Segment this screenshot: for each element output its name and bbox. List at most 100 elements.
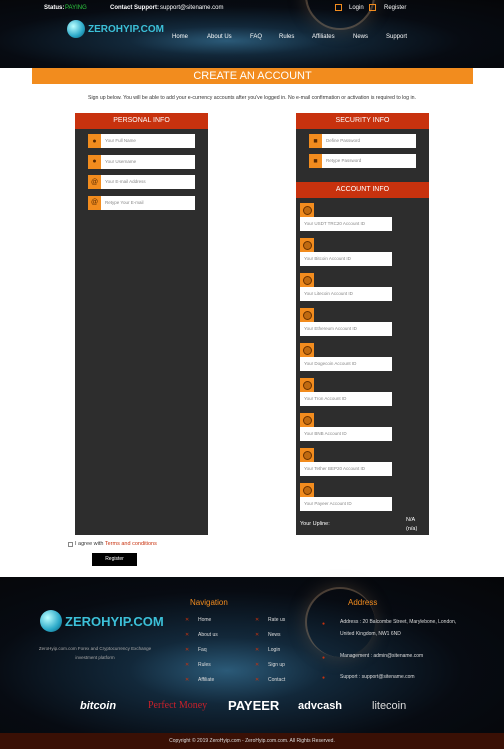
- password-input[interactable]: Define Password: [322, 134, 416, 148]
- upline-label: Your Upline:: [300, 521, 330, 527]
- support-email: Support : support@sitename.com: [340, 674, 415, 680]
- bullet-icon: ✕: [185, 662, 190, 668]
- logo-text: ZEROHYIP.COM: [65, 613, 164, 629]
- personal-field-input[interactable]: Your E-mail Address: [101, 175, 195, 189]
- terms-link[interactable]: Terms and conditions: [105, 541, 157, 547]
- nav-faq[interactable]: FAQ: [250, 34, 262, 40]
- account-id-input[interactable]: Your Tron Account ID: [300, 392, 392, 406]
- nav-home[interactable]: Home: [172, 34, 188, 40]
- perfect-money-logo: Perfect Money: [148, 700, 208, 711]
- coin-icon: [300, 203, 314, 217]
- personal-info-panel: PERSONAL INFO ● Your Full Name ● Your Usern…: [75, 113, 208, 535]
- account-id-input[interactable]: Your Tether BEP20 Account ID: [300, 462, 392, 476]
- account-id-input[interactable]: Your Litecoin Account ID: [300, 287, 392, 301]
- logo-text: ZEROHYIP.COM: [88, 23, 164, 35]
- address-line: United Kingdom, NW1 6ND: [340, 631, 401, 637]
- payeer-logo: PAYEER: [228, 698, 280, 713]
- nav-support[interactable]: Support: [386, 34, 407, 40]
- nav-rules[interactable]: Rules: [279, 34, 294, 40]
- intro-text: Sign up below. You will be able to add y…: [88, 95, 416, 101]
- at-icon: @: [88, 195, 101, 210]
- management-email: Management : admin@sitename.com: [340, 653, 424, 659]
- status-label: Status:: [44, 5, 65, 11]
- panel-title: ACCOUNT INFO: [296, 182, 429, 198]
- coin-icon: [300, 448, 314, 462]
- footer-nav-link[interactable]: About us: [198, 632, 218, 638]
- personal-field-input[interactable]: Your Full Name: [101, 134, 195, 148]
- account-id-input[interactable]: Your Bitcoin Account ID: [300, 252, 392, 266]
- bullet-icon: ✕: [255, 647, 260, 653]
- site-header: Status: PAYING Contact Support: support@…: [0, 0, 504, 68]
- status-value: PAYING: [65, 5, 87, 11]
- footer-nav-link[interactable]: Login: [268, 647, 280, 653]
- account-id-input[interactable]: Your Ethereum Account ID: [300, 322, 392, 336]
- support-icon: ●: [322, 675, 326, 681]
- personal-field-input[interactable]: Retype Your E-mail: [101, 195, 195, 210]
- account-id-input[interactable]: Your Dogecoin Account ID: [300, 357, 392, 371]
- coin-icon: [300, 343, 314, 357]
- nav-news[interactable]: News: [353, 34, 368, 40]
- advcash-logo: advcash: [298, 700, 343, 712]
- coin-icon: [300, 238, 314, 252]
- login-link[interactable]: Login: [349, 5, 364, 11]
- footer-nav-link[interactable]: Contact: [268, 677, 285, 683]
- bullet-icon: ✕: [185, 677, 190, 683]
- logo-icon: [40, 610, 62, 632]
- agree-checkbox[interactable]: [68, 542, 73, 547]
- footer-logo: ZEROHYIP.COM: [40, 610, 164, 632]
- password-input[interactable]: Retype Password: [322, 154, 416, 168]
- coin-icon: [300, 273, 314, 287]
- site-logo[interactable]: ZEROHYIP.COM: [67, 20, 164, 38]
- contact-email[interactable]: support@sitename.com: [160, 5, 223, 11]
- lock-icon: ■: [309, 134, 322, 148]
- panel-title: PERSONAL INFO: [75, 113, 208, 129]
- bullet-icon: ✕: [255, 617, 260, 623]
- account-id-input[interactable]: Your Payeer Account ID: [300, 497, 392, 511]
- location-icon: ●: [322, 621, 326, 627]
- bullet-icon: ✕: [255, 677, 260, 683]
- user-icon: ●: [88, 134, 101, 148]
- logo-icon: [67, 20, 85, 38]
- register-link[interactable]: Register: [384, 5, 406, 11]
- footer-tagline: ZeroHyip.com.com Forex and Cryptocurrenc…: [20, 644, 170, 662]
- register-icon: [369, 4, 376, 11]
- bitcoin-logo: bitcoin: [80, 700, 117, 712]
- user-icon: ●: [88, 154, 101, 169]
- coin-icon: [300, 413, 314, 427]
- agree-text: I agree with Terms and conditions: [75, 541, 157, 547]
- account-id-input[interactable]: Your USDT TRC20 Account ID: [300, 217, 392, 231]
- footer-nav-link[interactable]: Home: [198, 617, 211, 623]
- tagline-line: investment platform: [75, 655, 115, 660]
- bullet-icon: ✕: [255, 662, 260, 668]
- footer-nav-link[interactable]: News: [268, 632, 281, 638]
- agree-label: I agree with: [75, 541, 105, 547]
- footer-nav-link[interactable]: Affiliate: [198, 677, 214, 683]
- register-button[interactable]: Register: [92, 553, 137, 566]
- login-icon: [335, 4, 342, 11]
- footer-nav-link[interactable]: Rate us: [268, 617, 285, 623]
- mail-icon: ●: [322, 655, 326, 661]
- footer-nav-link[interactable]: Rules: [198, 662, 211, 668]
- coin-icon: [300, 483, 314, 497]
- copyright: Copyright © 2019 ZeroHyip.com - ZeroHyip…: [0, 733, 504, 749]
- lock-icon: ■: [309, 154, 322, 168]
- at-icon: @: [88, 175, 101, 189]
- upline-value: N/A: [406, 517, 416, 523]
- bullet-icon: ✕: [255, 632, 260, 638]
- nav-affiliates[interactable]: Affiliates: [312, 34, 335, 40]
- nav-about[interactable]: About Us: [207, 34, 232, 40]
- footer-nav-link[interactable]: Faq: [198, 647, 207, 653]
- footer-nav-link[interactable]: Sign up: [268, 662, 285, 668]
- coin-icon: [300, 378, 314, 392]
- bullet-icon: ✕: [185, 617, 190, 623]
- security-account-panel: SECURITY INFO ■ Define Password ■ Retype Pa…: [296, 113, 429, 535]
- litecoin-logo: litecoin: [372, 700, 407, 712]
- coin-icon: [300, 308, 314, 322]
- address-line: Address : 20 Balcombe Street, Marylebone…: [340, 619, 457, 625]
- panel-title: SECURITY INFO: [296, 113, 429, 129]
- account-id-input[interactable]: Your BNB Account ID: [300, 427, 392, 441]
- bullet-icon: ✕: [185, 647, 190, 653]
- footer-address-title: Address: [348, 598, 378, 607]
- contact-label: Contact Support:: [110, 5, 159, 11]
- personal-field-input[interactable]: Your Username: [101, 154, 195, 169]
